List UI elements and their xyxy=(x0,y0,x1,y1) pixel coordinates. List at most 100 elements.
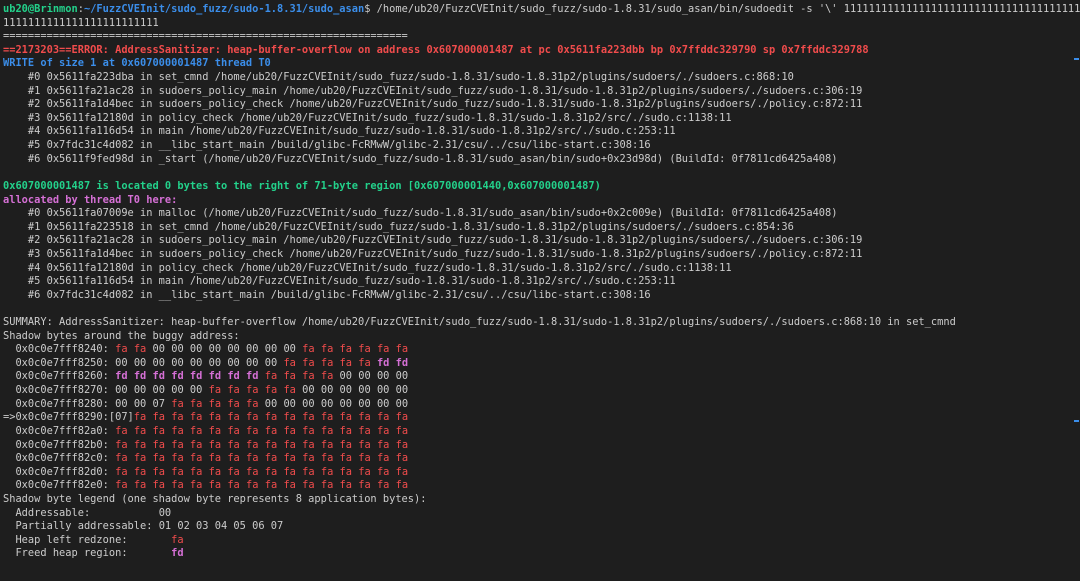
shadow-byte: fa xyxy=(208,411,222,424)
shadow-byte: fa xyxy=(395,343,409,356)
scroll-marker xyxy=(1074,58,1079,60)
shadow-byte: 00 xyxy=(264,356,278,369)
shadow-byte: fa xyxy=(358,452,371,465)
shadow-byte: fa xyxy=(339,452,353,465)
shadow-byte: fa xyxy=(115,452,128,465)
shadow-byte: fa xyxy=(302,411,315,424)
scrollbar[interactable] xyxy=(1072,0,1080,581)
shadow-byte: fa xyxy=(320,424,334,437)
stack-frame: #1 0x5611fa21ac28 in sudoers_policy_main… xyxy=(3,84,863,97)
shadow-byte: 00 xyxy=(395,384,409,397)
shadow-address: 0x0c0e7fff8250: xyxy=(3,356,116,369)
legend-row: Partially addressable: 01 02 03 04 05 06… xyxy=(3,520,1080,534)
shadow-byte: fa xyxy=(395,424,409,437)
shadow-byte: 00 xyxy=(264,397,278,410)
shadow-byte: fa xyxy=(339,465,353,478)
shadow-byte: 00 xyxy=(395,397,409,410)
shadow-byte: fa xyxy=(133,424,147,437)
shadow-bytes-table: 0x0c0e7fff8240: fa fa 00 00 00 00 00 00 … xyxy=(3,343,1080,493)
shadow-byte: fa xyxy=(320,411,334,424)
shadow-byte: fa xyxy=(115,465,128,478)
shadow-byte: fa xyxy=(189,479,203,492)
shadow-byte: fd xyxy=(376,356,390,369)
shadow-byte: fa xyxy=(246,384,259,397)
shadow-byte: 00 xyxy=(171,384,184,397)
shadow-byte: 00 xyxy=(302,384,315,397)
shadow-byte: fa xyxy=(246,452,259,465)
shadow-byte: fa xyxy=(227,424,240,437)
shadow-byte: fa xyxy=(227,397,240,410)
shadow-byte: fa xyxy=(395,438,409,451)
shadow-byte: fa xyxy=(246,479,259,492)
shadow-byte: fa xyxy=(227,384,240,397)
shadow-byte: fa xyxy=(283,465,296,478)
shadow-byte: fa xyxy=(171,465,184,478)
shadow-byte: fa xyxy=(376,343,390,356)
prompt-command-continuation: 1111111111111111111111111 xyxy=(3,16,159,29)
shadow-byte: fd xyxy=(208,370,222,383)
shadow-byte: 00 xyxy=(246,356,259,369)
prompt-path: ~/FuzzCVEInit/sudo_fuzz/sudo-1.8.31/sudo… xyxy=(83,3,365,15)
legend-label: Addressable: xyxy=(3,506,159,519)
shadow-byte: 00 xyxy=(358,384,371,397)
shadow-byte: fa xyxy=(395,411,409,424)
shadow-byte: fa xyxy=(358,479,371,492)
shadow-row: 0x0c0e7fff82e0: fa fa fa fa fa fa fa fa … xyxy=(3,479,1080,493)
summary-line: SUMMARY: AddressSanitizer: heap-buffer-o… xyxy=(3,316,956,329)
shadow-byte: fa xyxy=(283,384,296,397)
write-line: WRITE of size 1 at 0x607000001487 thread… xyxy=(3,57,271,70)
shadow-byte: fa xyxy=(264,370,278,383)
legend-label: Partially addressable: xyxy=(3,520,159,533)
shadow-row: =>0x0c0e7fff8290:[07]fa fa fa fa fa fa f… xyxy=(3,411,1080,425)
stack-frame: #4 0x5611fa12180d in policy_check /home/… xyxy=(3,261,732,274)
shadow-legend: Addressable: 00 Partially addressable: 0… xyxy=(3,507,1080,561)
shadow-address: =>0x0c0e7fff8290: xyxy=(3,411,109,424)
shadow-byte: fa xyxy=(358,343,371,356)
stack-frame: #0 0x5611fa07009e in malloc (/home/ub20/… xyxy=(3,207,838,220)
shadow-byte: 00 xyxy=(339,370,353,383)
shadow-byte: fa xyxy=(189,465,203,478)
shadow-address: 0x0c0e7fff8240: xyxy=(3,343,116,356)
shadow-byte: fa xyxy=(264,479,278,492)
shadow-row: 0x0c0e7fff82b0: fa fa fa fa fa fa fa fa … xyxy=(3,439,1080,453)
shadow-byte: fa xyxy=(133,411,147,424)
shadow-byte: fa xyxy=(115,343,128,356)
allocated-line: allocated by thread T0 here: xyxy=(3,193,178,206)
legend-header: Shadow byte legend (one shadow byte repr… xyxy=(3,492,427,505)
shadow-byte: 00 xyxy=(283,343,296,356)
shadow-byte: fd xyxy=(152,370,165,383)
shadow-byte: fd xyxy=(227,370,240,383)
shadow-byte: 00 xyxy=(376,397,390,410)
shadow-byte: fa xyxy=(227,438,240,451)
shadow-byte: fa xyxy=(376,479,390,492)
shadow-byte: 00 xyxy=(358,370,371,383)
shadow-address: 0x0c0e7fff82c0: xyxy=(3,452,116,465)
shadow-address: 0x0c0e7fff82e0: xyxy=(3,479,116,492)
shadow-byte: fa xyxy=(152,438,165,451)
shadow-byte: 00 xyxy=(171,356,184,369)
shadow-byte: 00 xyxy=(264,343,278,356)
shadow-byte: fa xyxy=(246,438,259,451)
shadow-byte: 00 xyxy=(283,397,296,410)
shadow-byte: fa xyxy=(115,479,128,492)
shadow-byte: fa xyxy=(171,438,184,451)
shadow-byte: 00 xyxy=(133,397,147,410)
shadow-byte: fa xyxy=(302,424,315,437)
shadow-byte: 00 xyxy=(395,370,409,383)
shadow-byte: fa xyxy=(358,424,371,437)
shadow-byte: fa xyxy=(227,479,240,492)
legend-label: Freed heap region: xyxy=(3,547,172,560)
shadow-byte: fa xyxy=(320,343,334,356)
prompt-command: /home/ub20/FuzzCVEInit/sudo_fuzz/sudo-1.… xyxy=(370,3,1080,15)
shadow-byte: fa xyxy=(376,465,390,478)
shadow-byte: 00 xyxy=(376,384,390,397)
shadow-byte: fd xyxy=(115,370,128,383)
terminal-window[interactable]: ub20@Brinmon:~/FuzzCVEInit/sudo_fuzz/sud… xyxy=(0,0,1080,581)
shadow-byte: fa xyxy=(189,438,203,451)
shadow-byte-current: [07] xyxy=(108,411,134,424)
shadow-byte: fa xyxy=(283,411,296,424)
shadow-byte: fa xyxy=(133,479,147,492)
shadow-byte: 00 xyxy=(320,397,334,410)
stack-frame: #2 0x5611fa21ac28 in sudoers_policy_main… xyxy=(3,234,863,247)
shadow-byte: 00 xyxy=(189,384,203,397)
